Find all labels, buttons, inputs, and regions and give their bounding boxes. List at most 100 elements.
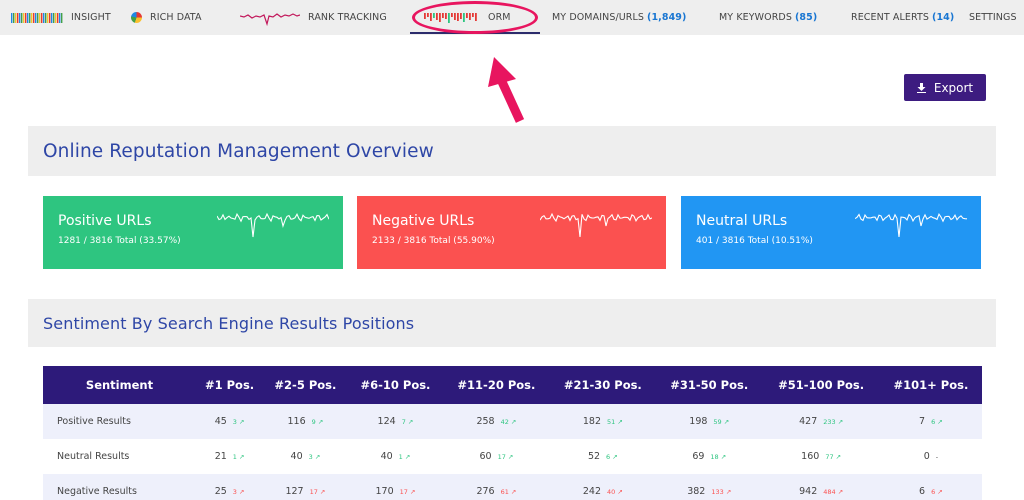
table-cell: 116 9 ↗ xyxy=(263,404,348,439)
cell-value: 69 xyxy=(692,451,705,462)
cell-value: 198 xyxy=(689,416,708,427)
pointer-arrow-icon xyxy=(488,57,525,123)
table-cell: 0- xyxy=(880,439,982,474)
sparkline-icon xyxy=(540,212,652,238)
table-cell: 60 17 ↗ xyxy=(443,439,549,474)
column-header[interactable]: #101+ Pos. xyxy=(879,366,982,404)
cell-change: 6 ↗ xyxy=(931,418,943,426)
icon-bar xyxy=(17,12,19,23)
rank-sparkline-icon xyxy=(240,12,300,26)
nav-my-domains[interactable]: MY DOMAINS/URLS (1,849) xyxy=(552,0,686,35)
table-header-row: Sentiment #1 Pos. #2-5 Pos. #6-10 Pos. #… xyxy=(43,366,982,404)
negative-urls-card[interactable]: Negative URLs 2133 / 3816 Total (55.90%) xyxy=(357,196,666,269)
cell-change: 484 ↗ xyxy=(823,488,844,496)
cell-value: 242 xyxy=(582,486,601,497)
download-icon xyxy=(916,82,926,93)
sentiment-header: Sentiment By Search Engine Results Posit… xyxy=(28,299,996,347)
icon-bar xyxy=(13,12,15,23)
column-header[interactable]: #2-5 Pos. xyxy=(263,366,348,404)
export-label: Export xyxy=(933,80,974,95)
cell-value: 942 xyxy=(799,486,818,497)
nav-my-domains-label: MY DOMAINS/URLS xyxy=(552,12,645,23)
icon-bar xyxy=(29,12,31,23)
column-header[interactable]: #1 Pos. xyxy=(196,366,264,404)
icon-bar xyxy=(19,12,21,23)
nav-recent-alerts[interactable]: RECENT ALERTS (14) xyxy=(851,0,954,35)
table-cell: 198 59 ↗ xyxy=(656,404,763,439)
icon-bar xyxy=(57,12,59,23)
nav-my-keywords-label: MY KEYWORDS xyxy=(719,12,792,23)
column-header[interactable]: #11-20 Pos. xyxy=(443,366,550,404)
nav-recent-alerts-label: RECENT ALERTS xyxy=(851,12,930,23)
cell-value: 25 xyxy=(214,486,227,497)
icon-bar xyxy=(37,12,39,23)
row-label: Negative Results xyxy=(43,474,196,500)
icon-bar xyxy=(55,12,57,23)
cell-change: - xyxy=(935,453,939,461)
cell-value: 382 xyxy=(687,486,706,497)
cell-change: 40 ↗ xyxy=(607,488,623,496)
nav-my-domains-count: (1,849) xyxy=(647,12,687,23)
table-cell: 21 1 ↗ xyxy=(196,439,263,474)
sentiment-table: Sentiment #1 Pos. #2-5 Pos. #6-10 Pos. #… xyxy=(43,366,982,500)
nav-insight[interactable]: INSIGHT xyxy=(11,0,111,35)
column-header[interactable]: Sentiment xyxy=(43,366,196,404)
icon-bar xyxy=(61,12,63,23)
table-cell: 258 42 ↗ xyxy=(443,404,550,439)
nav-rank-tracking-label: RANK TRACKING xyxy=(308,12,387,23)
table-row: Negative Results 25 3 ↗ 127 17 ↗ 170 17 ↗ 276 61… xyxy=(43,474,982,500)
cell-value: 258 xyxy=(476,416,495,427)
nav-my-keywords[interactable]: MY KEYWORDS (85) xyxy=(719,0,817,35)
column-header[interactable]: #31-50 Pos. xyxy=(656,366,763,404)
nav-settings[interactable]: SETTINGS xyxy=(969,0,1017,35)
table-cell: 170 17 ↗ xyxy=(347,474,444,500)
cell-change: 59 ↗ xyxy=(713,418,730,426)
table-cell: 40 1 ↗ xyxy=(348,439,444,474)
table-cell: 124 7 ↗ xyxy=(347,404,444,439)
nav-rich-data[interactable]: RICH DATA xyxy=(131,0,202,35)
column-header[interactable]: #6-10 Pos. xyxy=(347,366,444,404)
nav-recent-alerts-count: (14) xyxy=(932,12,955,23)
cell-change: 17 ↗ xyxy=(309,488,326,496)
cell-value: 40 xyxy=(380,451,393,462)
table-cell: 382 133 ↗ xyxy=(656,474,763,500)
nav-insight-label: INSIGHT xyxy=(71,12,111,23)
neutral-urls-card[interactable]: Neutral URLs 401 / 3816 Total (10.51%) xyxy=(681,196,981,269)
cell-value: 276 xyxy=(476,486,495,497)
export-button[interactable]: Export xyxy=(904,74,986,101)
nav-my-keywords-count: (85) xyxy=(794,12,818,23)
cell-change: 61 ↗ xyxy=(500,488,517,496)
cell-change: 17 ↗ xyxy=(399,488,416,496)
overview-title: Online Reputation Management Overview xyxy=(43,140,434,162)
column-header[interactable]: #21-30 Pos. xyxy=(549,366,657,404)
table-cell: 25 3 ↗ xyxy=(196,474,264,500)
table-cell: 40 3 ↗ xyxy=(263,439,348,474)
nav-rich-data-label: RICH DATA xyxy=(150,12,202,23)
icon-bar xyxy=(39,12,41,23)
table-row: Neutral Results 21 1 ↗ 40 3 ↗ 40 1 ↗ 60 17 ↗ 52 6 … xyxy=(43,439,982,474)
cell-change: 3 ↗ xyxy=(308,453,321,461)
cell-value: 52 xyxy=(587,451,601,462)
cell-value: 6 xyxy=(919,486,926,497)
cell-value: 45 xyxy=(214,416,227,427)
pie-chart-icon xyxy=(131,12,142,23)
highlight-circle xyxy=(412,1,538,34)
icon-bar xyxy=(31,12,33,23)
table-cell: 182 51 ↗ xyxy=(549,404,657,439)
nav-rank-tracking[interactable]: RANK TRACKING xyxy=(240,0,387,35)
cell-change: 3 ↗ xyxy=(232,488,245,496)
cell-value: 21 xyxy=(214,451,227,462)
cell-value: 127 xyxy=(285,486,304,497)
cell-value: 124 xyxy=(377,416,396,427)
table-cell: 45 3 ↗ xyxy=(196,404,264,439)
top-navigation: INSIGHT RICH DATA RANK TRACKING ORM MY D… xyxy=(0,0,1024,35)
cell-change: 9 ↗ xyxy=(311,418,324,426)
icon-bar xyxy=(27,12,29,23)
cell-change: 1 ↗ xyxy=(232,453,245,461)
cell-change: 77 ↗ xyxy=(825,453,842,461)
icon-bar xyxy=(25,12,27,23)
positive-urls-card[interactable]: Positive URLs 1281 / 3816 Total (33.57%) xyxy=(43,196,343,269)
nav-settings-label: SETTINGS xyxy=(969,12,1017,23)
icon-bar xyxy=(51,12,53,23)
column-header[interactable]: #51-100 Pos. xyxy=(762,366,880,404)
